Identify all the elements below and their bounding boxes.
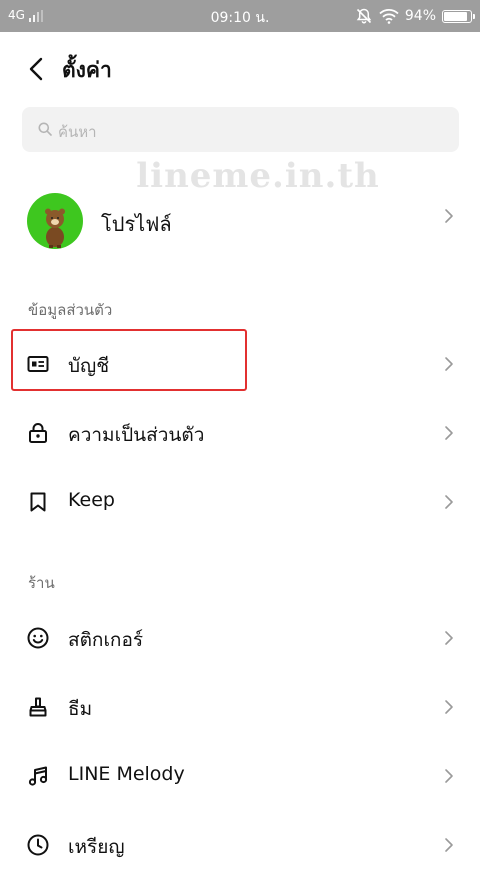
chevron-right-icon [445,631,453,645]
brush-icon [29,697,47,717]
smiley-icon [27,627,49,649]
chevron-right-icon [445,769,453,783]
settings-item-label: สติกเกอร์ [68,629,144,651]
chevron-right-icon [445,700,453,714]
chevron-right-icon [445,838,453,852]
mute-notification-icon [356,8,372,24]
search-placeholder: ค้นหา [58,123,97,141]
section-label-personal: ข้อมูลส่วนตัว [28,301,113,319]
settings-item-themes[interactable]: ธีม [0,677,480,737]
settings-item-line-melody[interactable]: LINE Melody [0,746,480,806]
section-label-shop: ร้าน [28,574,55,592]
wifi-icon [379,9,399,24]
page-title: ตั้งค่า [62,58,112,82]
search-icon [38,122,52,136]
clock-icon [27,834,49,856]
status-bar: 4G 09:10 น. 94% [0,0,480,32]
chevron-right-icon [445,495,453,509]
settings-item-label: เหรียญ [68,836,125,858]
bear-avatar-icon [45,208,65,248]
chevron-right-icon [445,426,453,440]
profile-label: โปรไฟล์ [101,212,172,236]
chevron-right-icon [445,209,453,223]
settings-item-keep[interactable]: Keep [0,472,480,532]
avatar [27,193,83,249]
settings-item-label: LINE Melody [68,763,185,785]
battery-fill [444,11,467,21]
search-input[interactable]: ค้นหา [22,107,459,152]
lock-icon [29,423,47,443]
bookmark-icon [30,492,46,512]
header: ตั้งค่า [0,32,480,106]
settings-item-coins[interactable]: เหรียญ [0,815,480,875]
settings-item-label: ความเป็นส่วนตัว [68,424,205,446]
battery-percent: 94% [404,8,436,24]
status-right: 94% [355,7,475,25]
profile-row[interactable]: โปรไฟล์ [0,186,480,256]
settings-item-privacy[interactable]: ความเป็นส่วนตัว [0,403,480,463]
music-note-icon [28,766,48,786]
settings-item-label: Keep [68,489,115,511]
settings-item-stickers[interactable]: สติกเกอร์ [0,608,480,668]
battery-icon [442,9,475,23]
back-icon[interactable] [22,52,50,86]
chevron-right-icon [445,357,453,371]
settings-item-label: ธีม [68,698,93,720]
highlight-box [11,329,247,391]
